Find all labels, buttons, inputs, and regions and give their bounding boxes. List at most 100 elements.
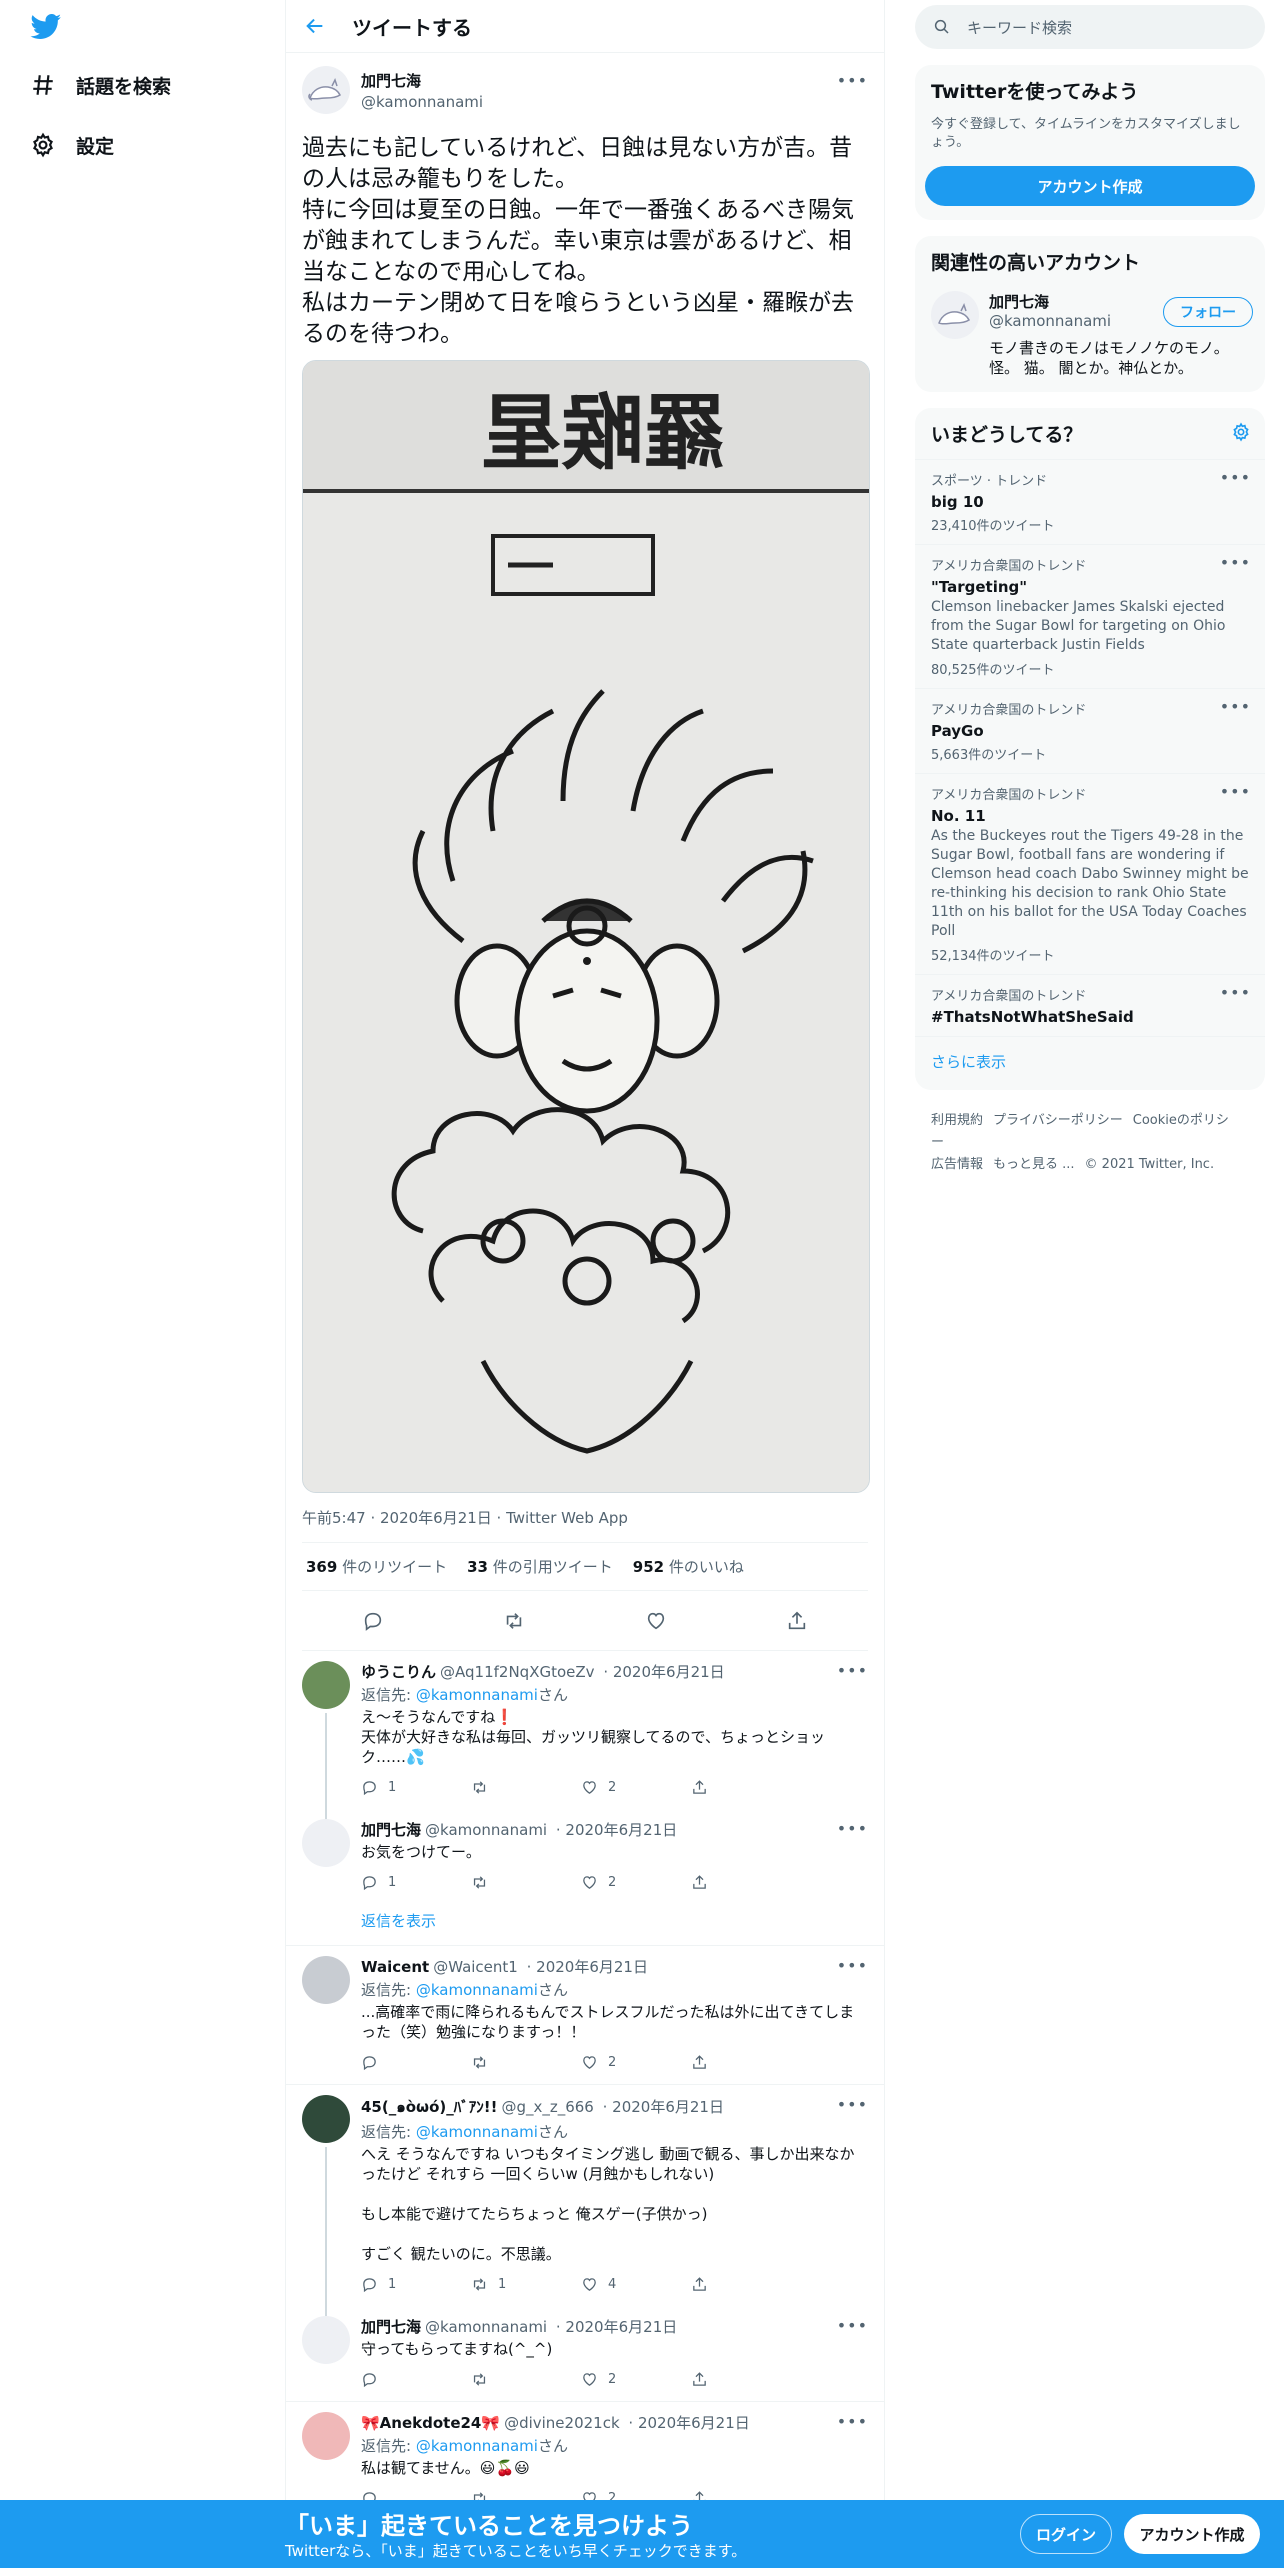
reply-date[interactable]: · 2020年6月21日 [628, 2414, 749, 2432]
reply-author-name[interactable]: Waicent [361, 1958, 429, 1976]
reply-author-name[interactable]: ゆうこりん [361, 1663, 436, 1681]
reply-button[interactable]: 1 [361, 2276, 441, 2293]
share-icon[interactable] [786, 1610, 808, 1632]
more-options-icon[interactable]: ••• [837, 1956, 868, 1975]
author-name[interactable]: 加門七海 [361, 70, 483, 91]
reply-button[interactable]: 1 [361, 1779, 441, 1796]
more-options-icon[interactable]: ••• [837, 2095, 868, 2114]
avatar[interactable] [302, 66, 350, 114]
reply-button[interactable] [361, 2371, 441, 2388]
twitter-logo-icon[interactable] [30, 14, 62, 40]
like-button[interactable]: 2 [581, 2371, 661, 2388]
reply-to-handle[interactable]: @kamonnanami [416, 2437, 538, 2455]
reply-author-name[interactable]: 🎀Anekdote24🎀 [361, 2414, 500, 2432]
search-input[interactable]: キーワード検索 [967, 17, 1072, 38]
reply-author-handle[interactable]: @Aq11f2NqXGtoeZv [440, 1663, 595, 1681]
author-handle[interactable]: @kamonnanami [361, 93, 483, 111]
footer-link[interactable]: 広告情報 [931, 1157, 983, 1172]
search-box[interactable]: キーワード検索 [915, 5, 1265, 49]
nav-explore[interactable]: 話題を検索 [30, 65, 171, 105]
reply-author-name[interactable]: 加門七海 [361, 1821, 421, 1839]
reply-date[interactable]: · 2020年6月21日 [603, 2098, 724, 2116]
reply-to-handle[interactable]: @kamonnanami [416, 1981, 538, 1999]
signup-button[interactable]: アカウント作成 [1124, 2514, 1260, 2554]
reply-tweet[interactable]: 加門七海 @kamonnanami · 2020年6月21日 守ってもらってますね(… [286, 2306, 884, 2402]
more-options-icon[interactable]: ••• [837, 1661, 868, 1680]
more-options-icon[interactable]: ••• [1220, 697, 1251, 716]
retweet-button[interactable]: 1 [471, 2276, 551, 2293]
trend-item[interactable]: アメリカ合衆国のトレンド No. 11 As the Buckeyes rout t… [915, 773, 1265, 974]
reply-button[interactable]: 1 [361, 1874, 441, 1891]
reply-author-handle[interactable]: @divine2021ck [504, 2414, 620, 2432]
like-button[interactable]: 2 [581, 1874, 661, 1891]
reply-tweet[interactable]: 45(_๑òωó)_ﾊﾞｱﾝ!! @g_x_z_666 · 2020年6月21日返… [286, 2085, 884, 2306]
like-icon[interactable] [645, 1610, 667, 1632]
avatar[interactable] [302, 1661, 350, 1709]
reply-tweet[interactable]: ゆうこりん @Aq11f2NqXGtoeZv · 2020年6月21日 返信先: @… [286, 1651, 884, 1809]
avatar[interactable] [302, 2095, 350, 2143]
like-button[interactable]: 4 [581, 2276, 661, 2293]
nav-settings[interactable]: 設定 [30, 125, 114, 165]
reply-author-handle[interactable]: @kamonnanami [425, 2318, 547, 2336]
follow-button[interactable]: フォロー [1163, 297, 1253, 327]
retweet-button[interactable] [471, 2054, 551, 2071]
more-options-icon[interactable]: ••• [837, 1819, 868, 1838]
reply-author-name[interactable]: 45(_๑òωó)_ﾊﾞｱﾝ!! [361, 2098, 497, 2116]
reply-author-handle[interactable]: @kamonnanami [425, 1821, 547, 1839]
avatar[interactable] [302, 1956, 350, 2004]
trend-item[interactable]: アメリカ合衆国のトレンド "Targeting" Clemson linebacke… [915, 544, 1265, 688]
reply-icon[interactable] [362, 1610, 384, 1632]
create-account-button[interactable]: アカウント作成 [925, 166, 1255, 206]
footer-link[interactable]: プライバシーポリシー [993, 1113, 1123, 1128]
reply-author-name[interactable]: 加門七海 [361, 2318, 421, 2336]
share-button[interactable] [691, 2276, 771, 2293]
retweet-button[interactable] [471, 2371, 551, 2388]
reply-tweet[interactable]: Waicent @Waicent1 · 2020年6月21日 返信先: @kamon… [286, 1946, 884, 2085]
tweet-timestamp[interactable]: 午前5:47 · 2020年6月21日 · Twitter Web App [302, 1507, 868, 1543]
trend-item[interactable]: アメリカ合衆国のトレンド #ThatsNotWhatSheSaid ••• [915, 974, 1265, 1036]
share-button[interactable] [691, 1779, 771, 1796]
reply-to-handle[interactable]: @kamonnanami [416, 1686, 538, 1704]
reply-author-handle[interactable]: @g_x_z_666 [501, 2098, 593, 2116]
like-button[interactable]: 2 [581, 1779, 661, 1796]
back-arrow-icon[interactable] [304, 15, 326, 37]
reply-date[interactable]: · 2020年6月21日 [527, 1958, 648, 1976]
avatar[interactable] [302, 2412, 350, 2460]
avatar[interactable] [302, 2316, 350, 2364]
share-button[interactable] [691, 2371, 771, 2388]
reply-button[interactable] [361, 2054, 441, 2071]
more-options-icon[interactable]: ••• [837, 2412, 868, 2431]
retweet-button[interactable] [471, 1874, 551, 1891]
more-options-icon[interactable]: ••• [1220, 983, 1251, 1002]
gear-icon[interactable] [1231, 422, 1251, 442]
share-button[interactable] [691, 2054, 771, 2071]
avatar[interactable] [302, 1819, 350, 1867]
more-options-icon[interactable]: ••• [837, 2316, 868, 2335]
reply-date[interactable]: · 2020年6月21日 [603, 1663, 724, 1681]
reply-date[interactable]: · 2020年6月21日 [556, 1821, 677, 1839]
footer-link[interactable]: もっと見る ... [993, 1157, 1075, 1172]
footer-link[interactable]: © 2021 Twitter, Inc. [1085, 1157, 1215, 1172]
more-options-icon[interactable]: ••• [1220, 468, 1251, 487]
like-button[interactable]: 2 [581, 2054, 661, 2071]
more-options-icon[interactable]: ••• [1220, 782, 1251, 801]
avatar[interactable] [931, 291, 979, 339]
reply-tweet[interactable]: 加門七海 @kamonnanami · 2020年6月21日 お気をつけてー。 1 2 •… [286, 1809, 884, 1904]
more-options-icon[interactable]: ••• [837, 71, 868, 90]
reply-author-handle[interactable]: @Waicent1 [433, 1958, 518, 1976]
trend-item[interactable]: スポーツ · トレンド big 10 23,410件のツイート ••• [915, 459, 1265, 544]
show-more-link[interactable]: さらに表示 [915, 1036, 1265, 1090]
retweet-icon[interactable] [503, 1610, 525, 1632]
related-account[interactable]: 加門七海 @kamonnanami モノ書きのモノはモノノケのモノ。怪。 猫。 … [915, 287, 1265, 392]
reply-date[interactable]: · 2020年6月21日 [556, 2318, 677, 2336]
retweet-button[interactable] [471, 1779, 551, 1796]
quote-stat[interactable]: 33 件の引用ツイート [467, 1556, 613, 1577]
like-stat[interactable]: 952 件のいいね [633, 1556, 744, 1577]
more-options-icon[interactable]: ••• [1220, 553, 1251, 572]
trend-item[interactable]: アメリカ合衆国のトレンド PayGo 5,663件のツイート ••• [915, 688, 1265, 773]
show-replies-link[interactable]: 返信を表示 [286, 1904, 884, 1946]
reply-to-handle[interactable]: @kamonnanami [416, 2123, 538, 2141]
tweet-image[interactable]: 羅睺星 [302, 360, 870, 1493]
share-button[interactable] [691, 1874, 771, 1891]
footer-link[interactable]: 利用規約 [931, 1113, 983, 1128]
